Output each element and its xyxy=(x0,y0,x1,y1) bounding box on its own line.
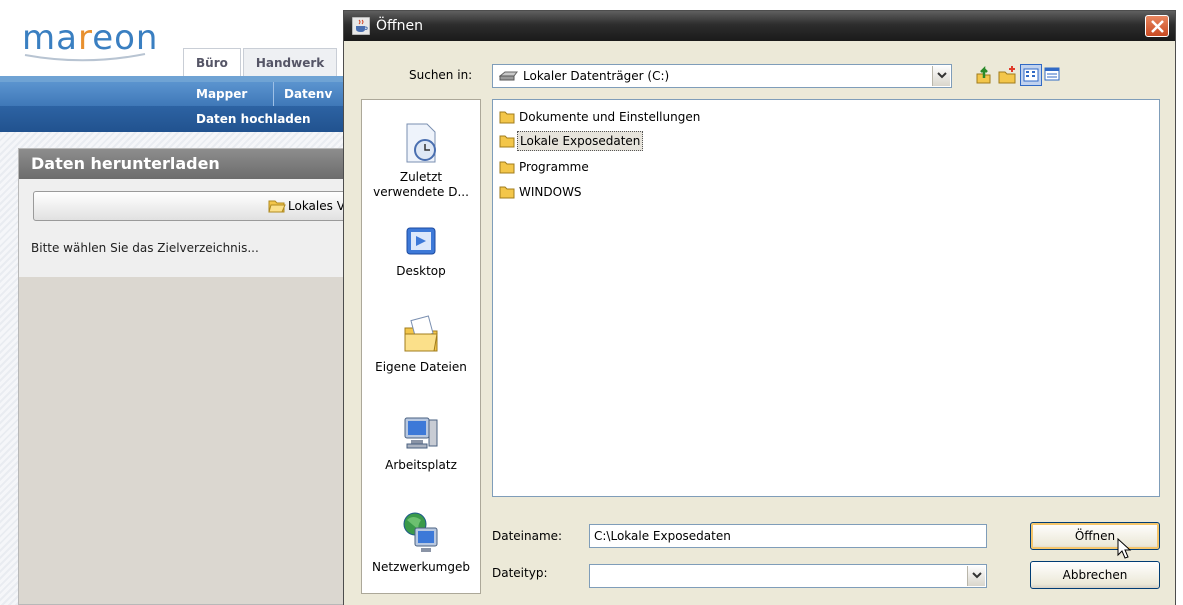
file-type-combo[interactable] xyxy=(589,564,987,588)
logo-swoosh-icon xyxy=(24,53,146,62)
chevron-down-icon xyxy=(972,572,982,579)
file-type-dropdown-arrow[interactable] xyxy=(967,566,985,586)
my-documents-icon xyxy=(404,315,438,352)
place-desktop-label: Desktop xyxy=(396,264,446,278)
folder-icon xyxy=(499,161,515,174)
subnav-row: Mapper Datenv xyxy=(0,82,345,106)
main-tabs: Büro Handwerk xyxy=(183,48,338,76)
file-type-label: Dateityp: xyxy=(492,566,548,580)
look-in-value: Lokaler Datenträger (C:) xyxy=(523,69,670,83)
download-panel: Daten herunterladen Lokales Ve Bitte wäh… xyxy=(18,148,358,605)
details-view-button[interactable] xyxy=(1042,64,1064,86)
list-item-label: WINDOWS xyxy=(519,185,582,199)
cancel-button[interactable]: Abbrechen xyxy=(1030,561,1160,589)
new-folder-icon xyxy=(998,66,1016,84)
look-in-dropdown-arrow[interactable] xyxy=(932,66,950,86)
nav-item-mapper[interactable]: Mapper xyxy=(186,82,257,106)
select-directory-message: Bitte wählen Sie das Zielverzeichnis... xyxy=(31,241,259,255)
file-name-label: Dateiname: xyxy=(492,529,563,543)
look-in-combo[interactable]: Lokaler Datenträger (C:) xyxy=(492,64,952,88)
nav-item-daten-hochladen[interactable]: Daten hochladen xyxy=(186,106,321,132)
mareon-logo[interactable]: mareon xyxy=(20,16,170,66)
local-directory-label: Lokales Ve xyxy=(288,199,352,213)
folder-icon xyxy=(499,135,515,148)
panel-title: Daten herunterladen xyxy=(19,149,357,179)
file-name-field[interactable]: C:\Lokale Exposedaten xyxy=(589,524,987,548)
network-icon xyxy=(403,512,438,552)
chevron-down-icon xyxy=(937,72,947,79)
place-recent[interactable]: Zuletzt verwendete D... xyxy=(362,120,480,200)
place-network[interactable]: Netzwerkumgeb xyxy=(362,510,480,575)
web-app: mareon Büro Handwerk Mapper Datenv Daten… xyxy=(0,0,358,605)
list-item-label: Lokale Exposedaten xyxy=(517,131,644,151)
recent-documents-icon xyxy=(406,123,436,163)
my-computer-icon xyxy=(404,417,438,449)
place-recent-label-1: Zuletzt xyxy=(399,170,443,184)
list-item-label: Programme xyxy=(519,160,589,174)
place-my-computer-label: Arbeitsplatz xyxy=(385,458,457,472)
tab-handwerk[interactable]: Handwerk xyxy=(242,48,338,76)
open-button[interactable]: Öffnen xyxy=(1030,522,1160,550)
list-view-icon xyxy=(1023,68,1039,82)
up-folder-icon xyxy=(976,65,991,84)
place-my-computer[interactable]: Arbeitsplatz xyxy=(362,412,480,473)
file-list[interactable]: Dokumente und Einstellungen Lokale Expos… xyxy=(492,99,1160,497)
up-one-level-button[interactable] xyxy=(972,64,994,86)
open-dialog: Öffnen Suchen in: Lokaler Datenträger (C… xyxy=(343,10,1176,605)
place-my-documents-label: Eigene Dateien xyxy=(375,360,467,374)
details-view-icon xyxy=(1044,67,1060,81)
list-item-label: Dokumente und Einstellungen xyxy=(519,110,701,124)
dialog-titlebar[interactable]: Öffnen xyxy=(344,11,1175,41)
place-recent-label-2: verwendete D... xyxy=(373,185,469,199)
place-my-documents[interactable]: Eigene Dateien xyxy=(362,312,480,375)
panel-controls: Lokales Ve Bitte wählen Sie das Zielverz… xyxy=(19,179,357,277)
subnav-row-2: Daten hochladen xyxy=(0,106,345,132)
hard-drive-icon xyxy=(499,71,518,81)
look-in-label: Suchen in: xyxy=(409,68,473,82)
local-directory-button[interactable]: Lokales Ve xyxy=(33,191,353,221)
place-desktop[interactable]: Desktop xyxy=(362,224,480,279)
folder-icon xyxy=(499,186,515,199)
close-icon xyxy=(1151,20,1164,33)
close-button[interactable] xyxy=(1145,15,1169,37)
java-cup-icon xyxy=(352,17,370,35)
mouse-cursor-icon xyxy=(1117,538,1132,559)
tab-buero[interactable]: Büro xyxy=(183,48,241,76)
new-folder-button[interactable] xyxy=(996,64,1018,86)
place-network-label: Netzwerkumgeb xyxy=(372,560,470,574)
folder-open-icon xyxy=(268,200,286,213)
list-view-button[interactable] xyxy=(1020,64,1042,86)
folder-icon xyxy=(499,111,515,124)
nav-item-datenverwaltung[interactable]: Datenv xyxy=(273,82,342,106)
places-bar: Zuletzt verwendete D... Desktop Eigene D… xyxy=(361,99,481,594)
desktop-icon xyxy=(406,227,436,255)
dialog-title: Öffnen xyxy=(376,18,424,34)
